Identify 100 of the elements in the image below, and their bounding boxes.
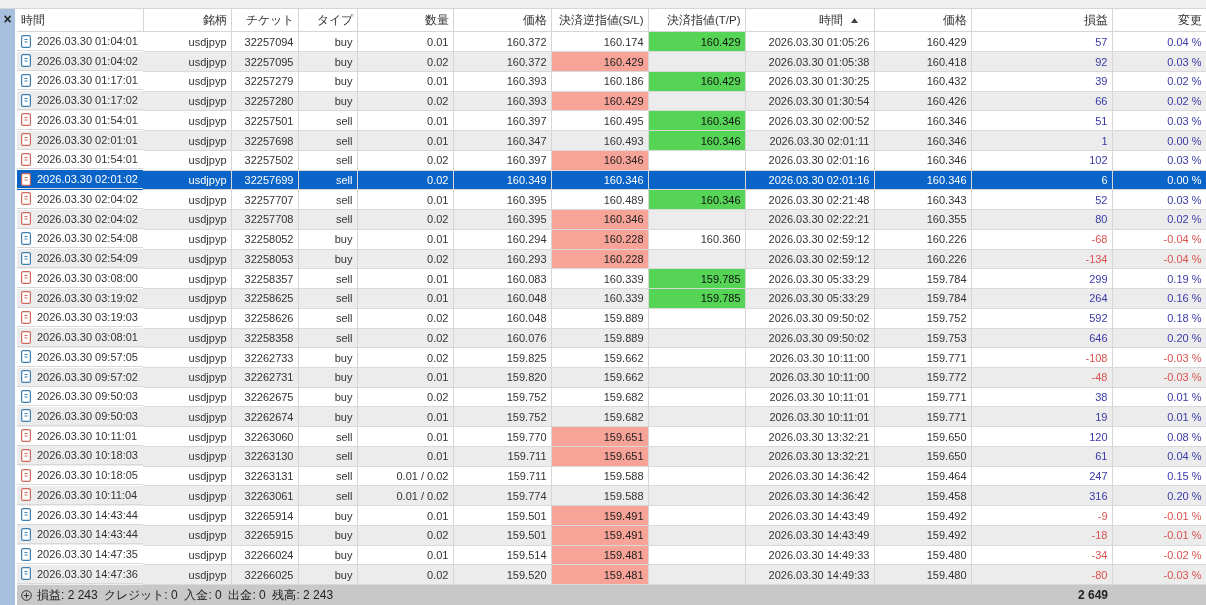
table-row[interactable]: 2026.03.30 10:11:01 usdjpyp 32263060 sell 0.01 159.770 159.651 2026.03.30 13:32:21 159.650 120 0.08 % [17,426,1206,447]
table-row[interactable]: 2026.03.30 02:54:08 usdjpyp 32258052 buy 0.01 160.294 160.228 160.360 2026.03.30 02:59:12 160.226 -68 -0.04 % [17,229,1206,250]
table-cell: 32258053 [231,249,298,269]
table-row[interactable]: 2026.03.30 02:04:02 usdjpyp 32257708 sell 0.02 160.395 160.346 2026.03.30 02:22:21 160.355 80 0.02 % [17,209,1206,230]
column-header[interactable]: 数量 [357,9,453,32]
column-header[interactable]: 銘柄 [143,9,231,32]
table-cell: 159.662 [551,347,648,368]
table-row[interactable]: 2026.03.30 01:17:02 usdjpyp 32257280 buy 0.02 160.393 160.429 2026.03.30 01:30:54 160.426 66 0.02 % [17,91,1206,111]
table-cell: 159.774 [453,485,551,506]
table-cell: 159.771 [874,347,971,368]
table-row[interactable]: 2026.03.30 01:04:01 usdjpyp 32257094 buy 0.01 160.372 160.174 160.429 2026.03.30 01:05:26 160.429 57 0.04 % [17,31,1206,52]
table-cell: 32257279 [231,71,298,92]
table-row[interactable]: 2026.03.30 09:50:03 usdjpyp 32262675 buy 0.02 159.752 159.682 2026.03.30 10:11:01 159.771 38 0.01 % [17,387,1206,407]
table-cell: 160.293 [453,249,551,269]
table-cell: 38 [971,387,1112,407]
table-cell: 2026.03.30 14:43:44 [37,508,138,521]
table-row[interactable]: 2026.03.30 10:18:03 usdjpyp 32263130 sell 0.01 159.711 159.651 2026.03.30 13:32:21 159.650 61 0.04 % [17,446,1206,467]
table-row[interactable]: 2026.03.30 03:08:01 usdjpyp 32258358 sell 0.02 160.076 159.889 2026.03.30 09:50:02 159.753 646 0.20 % [17,328,1206,348]
table-cell: 0.15 % [1112,466,1206,486]
document-icon [21,152,31,166]
table-row[interactable]: 2026.03.30 14:43:44 usdjpyp 32265914 buy 0.01 159.501 159.491 2026.03.30 14:43:49 159.492 -9 -0.01 % [17,505,1206,526]
table-cell: 0.02 [357,150,453,171]
total-profit: 2 649 [971,584,1112,605]
table-row[interactable]: 2026.03.30 02:01:01 usdjpyp 32257698 sell 0.01 160.347 160.493 160.346 2026.03.30 02:01:11 160.346 1 0.00 % [17,130,1206,151]
table-cell: sell [298,209,357,230]
table-row[interactable]: 2026.03.30 02:01:02 usdjpyp 32257699 sell 0.02 160.349 160.346 2026.03.30 02:01:16 160.346 6 0.00 % [17,170,1206,190]
document-icon [21,448,31,462]
expand-icon[interactable] [21,589,32,601]
column-header[interactable]: 損益 [971,9,1112,32]
column-header[interactable]: タイプ [298,9,357,32]
column-header[interactable]: チケット [231,9,298,32]
table-cell: 160.489 [551,189,648,210]
table-cell: 159.662 [551,367,648,388]
table-cell: usdjpyp [143,249,231,269]
table-cell: usdjpyp [143,545,231,565]
table-row[interactable]: 2026.03.30 14:43:44 usdjpyp 32265915 buy 0.02 159.501 159.491 2026.03.30 14:43:49 159.492 -18 -0.01 % [17,525,1206,546]
table-row[interactable]: 2026.03.30 02:54:09 usdjpyp 32258053 buy 0.02 160.293 160.228 2026.03.30 02:59:12 160.226 -134 -0.04 % [17,249,1206,269]
table-cell: 159.711 [453,466,551,486]
table-cell: usdjpyp [143,505,231,526]
table-cell: 0.01 [357,71,453,92]
table-cell: 0.02 [357,308,453,329]
table-cell: 32265915 [231,525,298,546]
document-icon [21,350,31,364]
column-header[interactable]: 決済逆指値(S/L) [551,9,648,32]
table-row[interactable]: 2026.03.30 14:47:35 usdjpyp 32266024 buy 0.01 159.514 159.481 2026.03.30 14:49:33 159.480 -34 -0.02 % [17,545,1206,565]
table-row[interactable]: 2026.03.30 10:11:04 usdjpyp 32263061 sell 0.01 / 0.02 159.774 159.588 2026.03.30 14:36:42 159.458 316 0.20 % [17,485,1206,506]
table-row[interactable]: 2026.03.30 10:18:05 usdjpyp 32263131 sell 0.01 / 0.02 159.711 159.588 2026.03.30 14:36:42 159.464 247 0.15 % [17,466,1206,486]
table-cell: 32263060 [231,426,298,447]
table-cell: -0.03 % [1112,367,1206,388]
table-row[interactable]: 2026.03.30 01:54:01 usdjpyp 32257501 sell 0.01 160.397 160.495 160.346 2026.03.30 02:00:52 160.346 51 0.03 % [17,110,1206,131]
table-cell: 316 [971,485,1112,506]
column-header[interactable]: 時間 [745,9,874,32]
table-row[interactable]: 2026.03.30 03:08:00 usdjpyp 32258357 sell 0.01 160.083 160.339 159.785 2026.03.30 05:33:29 159.784 299 0.19 % [17,268,1206,289]
table-cell: 159.820 [453,367,551,388]
table-cell: 2026.03.30 13:32:21 [745,426,874,447]
table-cell: 160.346 [874,130,971,151]
table-cell: usdjpyp [143,485,231,506]
table-cell: 2026.03.30 02:54:08 [37,232,138,245]
table-cell: 160.355 [874,209,971,230]
table-cell: 247 [971,466,1112,486]
table-cell: usdjpyp [143,51,231,72]
table-row[interactable]: 2026.03.30 01:17:01 usdjpyp 32257279 buy 0.01 160.393 160.186 160.429 2026.03.30 01:30:25 160.432 39 0.02 % [17,71,1206,92]
table-cell: 159.501 [453,505,551,526]
table-row[interactable]: 2026.03.30 09:57:05 usdjpyp 32262733 buy 0.02 159.825 159.662 2026.03.30 10:11:00 159.771 -108 -0.03 % [17,347,1206,368]
table-row[interactable]: 2026.03.30 09:50:03 usdjpyp 32262674 buy 0.01 159.752 159.682 2026.03.30 10:11:01 159.771 19 0.01 % [17,406,1206,427]
close-icon[interactable]: × [3,11,12,27]
column-header[interactable]: 時間 [17,9,143,32]
table-cell: 2026.03.30 14:43:49 [745,525,874,546]
table-row[interactable]: 2026.03.30 02:04:02 usdjpyp 32257707 sell 0.01 160.395 160.489 160.346 2026.03.30 02:21:48 160.343 52 0.03 % [17,189,1206,210]
column-header[interactable]: 価格 [874,9,971,32]
column-header[interactable]: 決済指値(T/P) [648,9,745,32]
table-row[interactable]: 2026.03.30 03:19:03 usdjpyp 32258626 sell 0.02 160.048 159.889 2026.03.30 09:50:02 159.752 592 0.18 % [17,308,1206,329]
column-header[interactable]: 変更 [1112,9,1206,32]
table-row[interactable]: 2026.03.30 01:54:01 usdjpyp 32257502 sell 0.02 160.397 160.346 2026.03.30 02:01:16 160.346 102 0.03 % [17,150,1206,171]
table-cell: 160.343 [874,189,971,210]
table-row[interactable]: 2026.03.30 14:47:36 usdjpyp 32266025 buy 0.02 159.520 159.481 2026.03.30 14:49:33 159.480 -80 -0.03 % [17,564,1206,585]
table-row[interactable]: 2026.03.30 01:04:02 usdjpyp 32257095 buy 0.02 160.372 160.429 2026.03.30 01:05:38 160.418 92 0.03 % [17,51,1206,72]
table-cell: sell [298,426,357,447]
table-row[interactable]: 2026.03.30 03:19:02 usdjpyp 32258625 sell 0.01 160.048 160.339 159.785 2026.03.30 05:33:29 159.784 264 0.16 % [17,288,1206,309]
document-icon [21,547,31,561]
table-cell: 2026.03.30 14:43:49 [745,505,874,526]
table-cell: 160.493 [551,130,648,151]
document-icon [21,133,31,147]
table-cell: 160.372 [453,31,551,52]
table-cell: -0.04 % [1112,229,1206,250]
table-cell: 0.01 [357,446,453,467]
table-cell: 2026.03.30 03:19:03 [37,311,138,324]
table-cell: 2026.03.30 02:59:12 [745,229,874,250]
table-cell: 2026.03.30 02:01:01 [37,133,138,146]
table-cell: 39 [971,71,1112,92]
column-header[interactable]: 価格 [453,9,551,32]
table-cell: 2026.03.30 02:04:02 [37,212,138,225]
table-row[interactable]: 2026.03.30 09:57:02 usdjpyp 32262731 buy 0.01 159.820 159.662 2026.03.30 10:11:00 159.772 -48 -0.03 % [17,367,1206,388]
table-cell: 159.752 [874,308,971,329]
table-cell: buy [298,347,357,368]
table-cell: 159.784 [874,288,971,309]
table-cell: 646 [971,328,1112,348]
document-icon [21,54,31,68]
table-cell: sell [298,150,357,171]
table-cell: 32263131 [231,466,298,486]
